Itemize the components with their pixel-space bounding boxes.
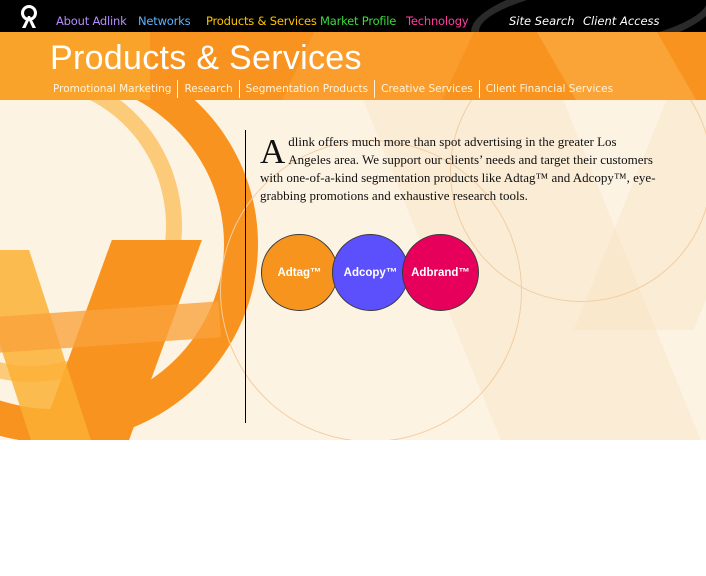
- page: About Adlink Networks Products & Service…: [0, 0, 706, 576]
- nav-market-profile[interactable]: Market Profile: [320, 14, 396, 28]
- nav-about-adlink[interactable]: About Adlink: [56, 14, 127, 28]
- subnav-promotional-marketing[interactable]: Promotional Marketing: [53, 80, 177, 98]
- intro-text: dlink offers much more than spot adverti…: [260, 134, 656, 203]
- nav-networks[interactable]: Networks: [138, 14, 191, 28]
- adcopy-button[interactable]: Adcopy™: [332, 234, 409, 311]
- adtag-button[interactable]: Adtag™: [261, 234, 338, 311]
- subnav-segmentation-products[interactable]: Segmentation Products: [238, 80, 374, 98]
- nav-technology[interactable]: Technology: [406, 14, 469, 28]
- intro-paragraph: Adlink offers much more than spot advert…: [260, 133, 660, 205]
- vertical-divider: [245, 130, 246, 423]
- subnav-research[interactable]: Research: [177, 80, 238, 98]
- adbrand-label: Adbrand™: [411, 266, 470, 279]
- adtag-label: Adtag™: [277, 266, 322, 279]
- client-access-link[interactable]: Client Access: [583, 14, 660, 28]
- drop-cap: A: [260, 132, 286, 171]
- top-nav-bar: About Adlink Networks Products & Service…: [0, 0, 706, 32]
- adlink-logo-icon[interactable]: [18, 4, 40, 28]
- subnav-creative-services[interactable]: Creative Services: [374, 80, 479, 98]
- section-banner: Products & Services Promotional Marketin…: [0, 32, 706, 100]
- page-bottom-blank: [0, 440, 706, 576]
- nav-products-services[interactable]: Products & Services: [206, 14, 317, 28]
- page-title: Products & Services: [50, 39, 362, 77]
- subnav-client-financial-services[interactable]: Client Financial Services: [478, 80, 619, 98]
- sub-nav: Promotional Marketing Research Segmentat…: [53, 80, 619, 98]
- adbrand-button[interactable]: Adbrand™: [402, 234, 479, 311]
- site-search-link[interactable]: Site Search: [509, 14, 575, 28]
- adcopy-label: Adcopy™: [343, 266, 398, 279]
